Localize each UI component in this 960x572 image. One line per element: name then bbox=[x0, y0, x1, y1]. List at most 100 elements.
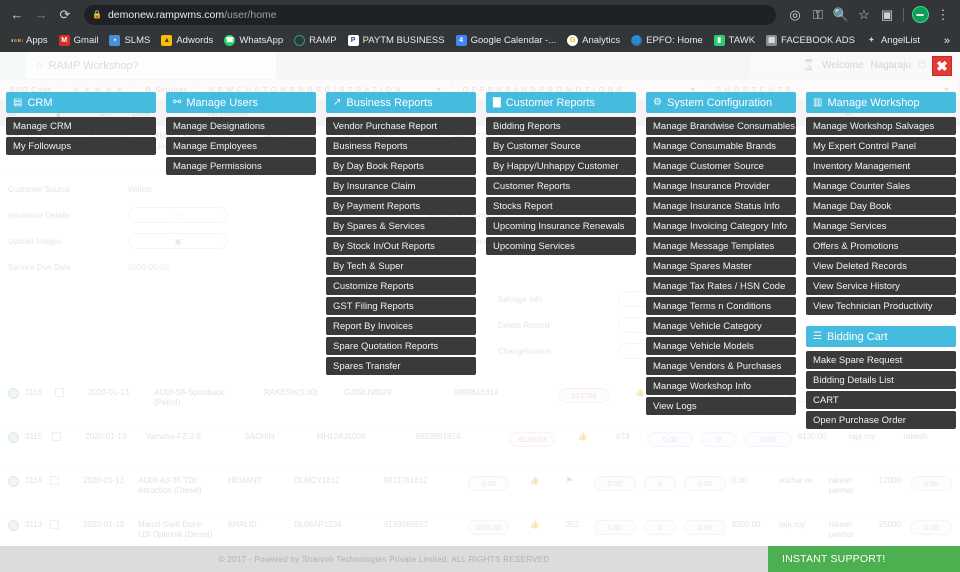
menu-item-view-logs[interactable]: View Logs bbox=[646, 397, 796, 415]
detail-control[interactable]: ▣ bbox=[128, 233, 278, 249]
menu-item-manage-day-book[interactable]: Manage Day Book bbox=[806, 197, 956, 215]
menu-item-by-happy-unhappy-customer[interactable]: By Happy/Unhappy Customer bbox=[486, 157, 636, 175]
row-amount[interactable]: 213750 bbox=[558, 388, 610, 403]
profile-avatar-icon[interactable] bbox=[909, 4, 931, 26]
table-row[interactable]: 3115 2020-01-13 Yamaha-FZ-2.0 SACHIN MH1… bbox=[0, 426, 960, 470]
menu-header-crm[interactable]: ▤ CRM bbox=[6, 92, 156, 113]
menu-item-manage-consumable-brands[interactable]: Manage Consumable Brands bbox=[646, 137, 796, 155]
row-last[interactable]: 0.00 bbox=[910, 476, 952, 491]
bookmark-angellist[interactable]: ✦ AngelList bbox=[861, 33, 925, 48]
menu-item-by-stock-in-out-reports[interactable]: By Stock In/Out Reports bbox=[326, 237, 476, 255]
instant-support-button[interactable]: INSTANT SUPPORT! bbox=[768, 546, 960, 572]
bookmark-epfo[interactable]: 🌐 EPFO: Home bbox=[626, 33, 708, 48]
row-extra1[interactable]: 0.00 bbox=[745, 432, 792, 447]
menu-item-spare-quotation-reports[interactable]: Spare Quotation Reports bbox=[326, 337, 476, 355]
menu-item-manage-insurance-status-info[interactable]: Manage Insurance Status Info bbox=[646, 197, 796, 215]
row-checkbox[interactable] bbox=[52, 432, 62, 441]
menu-item-by-customer-source[interactable]: By Customer Source bbox=[486, 137, 636, 155]
menu-item-view-service-history[interactable]: View Service History bbox=[806, 277, 956, 295]
row-tail3[interactable]: 0 bbox=[643, 520, 676, 535]
row-like-icon[interactable]: 👍 bbox=[555, 432, 610, 442]
menu-item-manage-invoicing-category-info[interactable]: Manage Invoicing Category Info bbox=[646, 217, 796, 235]
menu-item-manage-workshop-info[interactable]: Manage Workshop Info bbox=[646, 377, 796, 395]
menu-item-stocks-report[interactable]: Stocks Report bbox=[486, 197, 636, 215]
back-arrow-icon[interactable]: ← bbox=[6, 4, 28, 26]
menu-header-bidding-cart[interactable]: ☰ Bidding Cart bbox=[806, 326, 956, 347]
menu-item-manage-permissions[interactable]: Manage Permissions bbox=[166, 157, 316, 175]
row-checkbox[interactable] bbox=[55, 388, 64, 397]
power-icon[interactable]: ⏻ bbox=[918, 60, 926, 71]
menu-item-customer-reports[interactable]: Customer Reports bbox=[486, 177, 636, 195]
row-like-icon[interactable]: 👍 bbox=[509, 520, 559, 530]
bookmark-whatsapp[interactable]: ☎ WhatsApp bbox=[219, 33, 288, 48]
menu-item-manage-message-templates[interactable]: Manage Message Templates bbox=[646, 237, 796, 255]
menu-item-vendor-purchase-report[interactable]: Vendor Purchase Report bbox=[326, 117, 476, 135]
menu-item-bidding-details-list[interactable]: Bidding Details List bbox=[806, 371, 956, 389]
reload-icon[interactable]: ⟳ bbox=[54, 4, 76, 26]
row-tail2[interactable]: 0.00 bbox=[646, 432, 694, 447]
menu-item-manage-brandwise-consumables[interactable]: Manage Brandwise Consumables bbox=[646, 117, 796, 135]
menu-item-manage-tax-rates-hsn-code[interactable]: Manage Tax Rates / HSN Code bbox=[646, 277, 796, 295]
menu-item-business-reports[interactable]: Business Reports bbox=[326, 137, 476, 155]
menu-item-open-purchase-order[interactable]: Open Purchase Order bbox=[806, 411, 956, 429]
key-icon[interactable]: ⚿ bbox=[807, 4, 829, 26]
star-icon[interactable]: ☆ bbox=[853, 4, 875, 26]
detail-control[interactable]: ⓘ bbox=[128, 207, 278, 223]
menu-item-manage-spares-master[interactable]: Manage Spares Master bbox=[646, 257, 796, 275]
table-row[interactable]: 3114 2020-01-13 AUDI-A3-35 TDI Attractio… bbox=[0, 470, 960, 514]
menu-item-bidding-reports[interactable]: Bidding Reports bbox=[486, 117, 636, 135]
menu-item-my-followups[interactable]: My Followups bbox=[6, 137, 156, 155]
menu-item-manage-customer-source[interactable]: Manage Customer Source bbox=[646, 157, 796, 175]
menu-item-cart[interactable]: CART bbox=[806, 391, 956, 409]
menu-item-view-technician-productivity[interactable]: View Technician Productivity bbox=[806, 297, 956, 315]
bookmark-paytm[interactable]: P PAYTM BUSINESS bbox=[343, 33, 450, 48]
menu-item-view-deleted-records[interactable]: View Deleted Records bbox=[806, 257, 956, 275]
menu-item-manage-designations[interactable]: Manage Designations bbox=[166, 117, 316, 135]
menu-item-report-by-invoices[interactable]: Report By Invoices bbox=[326, 317, 476, 335]
menu-item-make-spare-request[interactable]: Make Spare Request bbox=[806, 351, 956, 369]
menu-item-my-expert-control-panel[interactable]: My Expert Control Panel bbox=[806, 137, 956, 155]
menu-item-manage-services[interactable]: Manage Services bbox=[806, 217, 956, 235]
row-amount[interactable]: 3200.00 bbox=[467, 520, 510, 535]
bookmark-google-calendar[interactable]: 4 Google Calendar -... bbox=[451, 33, 562, 48]
close-menu-button[interactable]: ✖ bbox=[932, 56, 952, 76]
bookmark-tawk[interactable]: ▮ TAWK bbox=[709, 33, 760, 48]
menu-header-customer-reports[interactable]: ▇ Customer Reports bbox=[486, 92, 636, 113]
bookmark-adwords[interactable]: ▲ Adwords bbox=[156, 33, 218, 48]
bookmark-gmail[interactable]: M Gmail bbox=[54, 33, 104, 48]
menu-item-manage-employees[interactable]: Manage Employees bbox=[166, 137, 316, 155]
menu-item-manage-vehicle-models[interactable]: Manage Vehicle Models bbox=[646, 337, 796, 355]
bookmarks-overflow-icon[interactable]: » bbox=[944, 35, 954, 47]
row-tail2[interactable]: 0.00 bbox=[593, 520, 636, 535]
bookmark-analytics[interactable]: G Analytics bbox=[562, 33, 625, 48]
menu-item-by-day-book-reports[interactable]: By Day Book Reports bbox=[326, 157, 476, 175]
bookmark-slms[interactable]: ▪ SLMS bbox=[104, 33, 155, 48]
row-amount[interactable]: 6130.00 bbox=[508, 432, 556, 447]
menu-item-offers-promotions[interactable]: Offers & Promotions bbox=[806, 237, 956, 255]
menu-item-by-payment-reports[interactable]: By Payment Reports bbox=[326, 197, 476, 215]
menu-item-manage-vehicle-category[interactable]: Manage Vehicle Category bbox=[646, 317, 796, 335]
menu-item-manage-vendors-purchases[interactable]: Manage Vendors & Purchases bbox=[646, 357, 796, 375]
menu-header-system-configuration[interactable]: ⚙ System Configuration bbox=[646, 92, 796, 113]
menu-item-by-insurance-claim[interactable]: By Insurance Claim bbox=[326, 177, 476, 195]
menu-item-inventory-management[interactable]: Inventory Management bbox=[806, 157, 956, 175]
menu-item-customize-reports[interactable]: Customize Reports bbox=[326, 277, 476, 295]
menu-header-manage-workshop[interactable]: ▥ Manage Workshop bbox=[806, 92, 956, 113]
row-extra1[interactable]: 0.00 bbox=[683, 476, 726, 491]
bookmark-facebook-ads[interactable]: ▤ FACEBOOK ADS bbox=[761, 33, 860, 48]
row-extra1[interactable]: 0.00 bbox=[683, 520, 726, 535]
menu-item-manage-insurance-provider[interactable]: Manage Insurance Provider bbox=[646, 177, 796, 195]
menu-item-manage-counter-sales[interactable]: Manage Counter Sales bbox=[806, 177, 956, 195]
bookmark-apps[interactable]: Apps bbox=[6, 33, 53, 48]
menu-item-manage-crm[interactable]: Manage CRM bbox=[6, 117, 156, 135]
forward-arrow-icon[interactable]: → bbox=[30, 4, 52, 26]
camera-icon[interactable]: ▣ bbox=[876, 4, 898, 26]
zoom-search-icon[interactable]: 🔍 bbox=[830, 4, 852, 26]
row-tail3[interactable]: 0 bbox=[643, 476, 676, 491]
row-checkbox[interactable] bbox=[50, 520, 60, 529]
row-tail3[interactable]: 0 bbox=[701, 432, 738, 447]
menu-item-spares-transfer[interactable]: Spares Transfer bbox=[326, 357, 476, 375]
menu-item-upcoming-insurance-renewals[interactable]: Upcoming Insurance Renewals bbox=[486, 217, 636, 235]
menu-item-manage-terms-n-conditions[interactable]: Manage Terms n Conditions bbox=[646, 297, 796, 315]
row-like-icon[interactable]: 👍 bbox=[509, 476, 559, 486]
